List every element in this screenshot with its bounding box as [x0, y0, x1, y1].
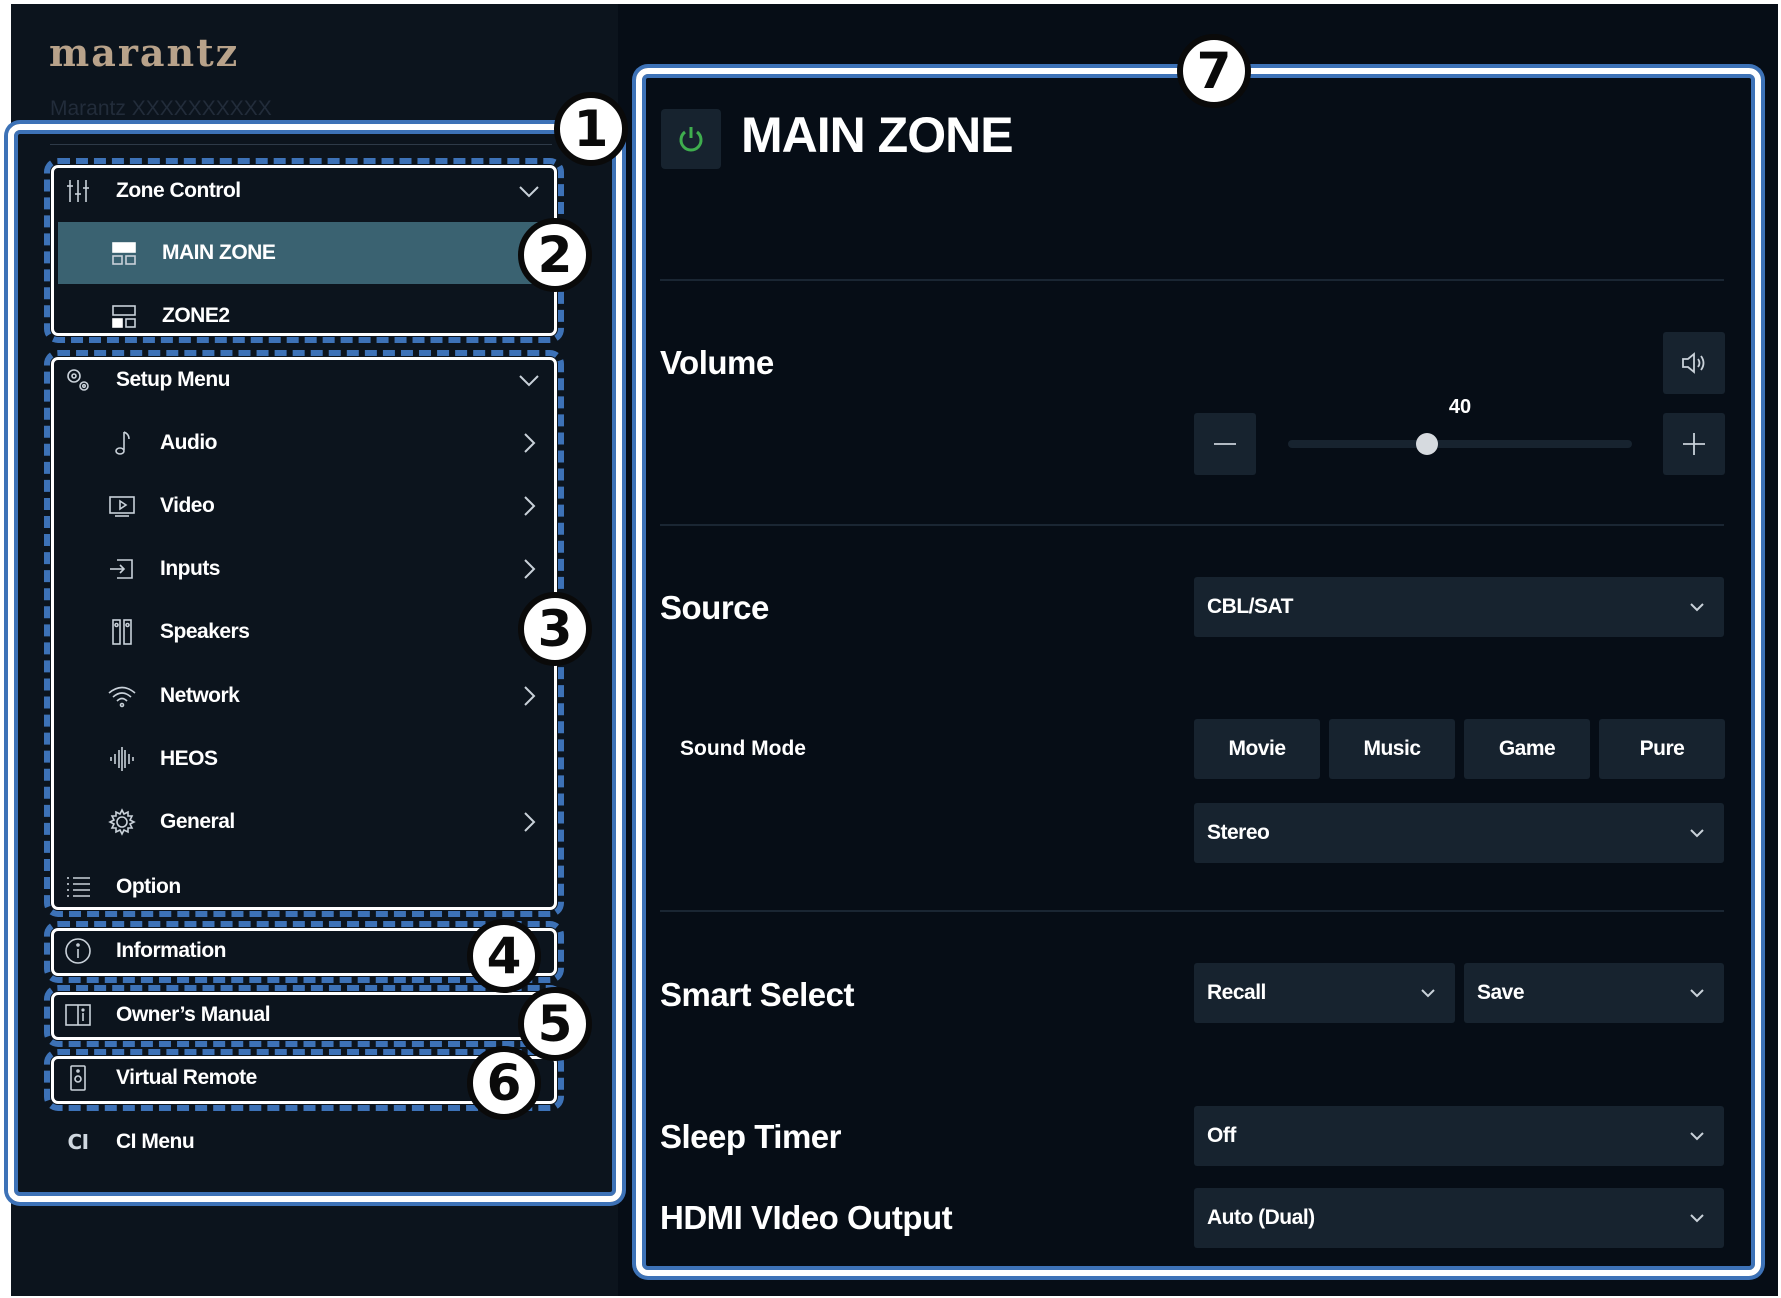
annotation-badge-6: 6 [467, 1046, 541, 1120]
annotation-badge-2: 2 [518, 218, 592, 292]
annotation-badge-1: 1 [554, 92, 628, 166]
brand-logo: marantz [49, 30, 240, 75]
annotation-badge-5: 5 [518, 987, 592, 1061]
annotation-badge-4: 4 [467, 919, 541, 993]
model-name: Marantz XXXXXXXXXX [50, 97, 272, 120]
annotation-badge-7: 7 [1177, 34, 1251, 108]
annotation-frame-main [636, 68, 1761, 1276]
annotation-frame-zone-control [44, 158, 564, 343]
annotation-badge-3: 3 [518, 592, 592, 666]
annotation-frame-setup-menu [44, 350, 564, 917]
annotation-frame-owners-manual [44, 985, 564, 1047]
